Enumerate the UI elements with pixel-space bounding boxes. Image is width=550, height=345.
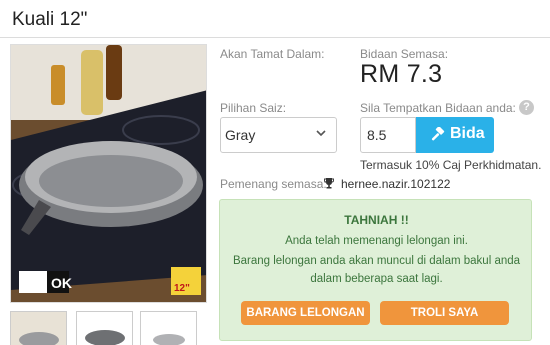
thumbnail-2[interactable] [76,311,133,345]
my-cart-button[interactable]: TROLI SAYA [380,301,509,325]
title-bar: Kuali 12" [0,0,550,38]
notice-line-1: Anda telah memenangi lelongan ini. [285,235,468,247]
size-select[interactable]: Gray [220,117,337,153]
thumbnail-3[interactable] [140,311,197,345]
end-time-label: Akan Tamat Dalam: [220,47,325,61]
place-bid-label: Sila Tempatkan Bidaan anda: [360,101,516,115]
current-winner-name: hernee.nazir.102122 [341,177,451,191]
trophy-icon [324,178,334,189]
size-badge-text: 12" [174,283,190,294]
size-label: Pilihan Saiz: [220,101,287,115]
notice-line-2: Barang lelongan anda akan muncul di dala… [232,255,521,267]
thumbnail-1[interactable] [10,311,67,345]
brand-logo-text: OK [51,275,72,291]
product-image[interactable]: OK 12" [10,44,207,303]
bid-amount-input[interactable] [360,117,416,153]
fee-note: Termasuk 10% Caj Perkhidmatan. [360,158,542,172]
current-bid-label: Bidaan Semasa: [360,47,449,61]
page-title: Kuali 12" [12,9,88,30]
current-bid-value: RM 7.3 [360,60,443,88]
notice-heading: TAHNIAH !! [344,213,409,227]
wok-photo: OK 12" [11,45,206,302]
bid-button[interactable]: Bida [416,117,494,153]
bid-button-label: Bida [450,125,485,142]
help-icon[interactable]: ? [519,100,534,115]
success-notice: TAHNIAH !! Anda telah memenangi lelongan… [219,199,532,341]
chevron-down-icon [316,130,326,137]
gavel-icon [431,127,445,141]
size-select-value: Gray [225,127,256,143]
auction-items-button[interactable]: BARANG LELONGAN [241,301,370,325]
notice-line-3: dalam beberapa saat lagi. [310,273,443,285]
current-winner-label: Pemenang semasa: [220,177,327,191]
